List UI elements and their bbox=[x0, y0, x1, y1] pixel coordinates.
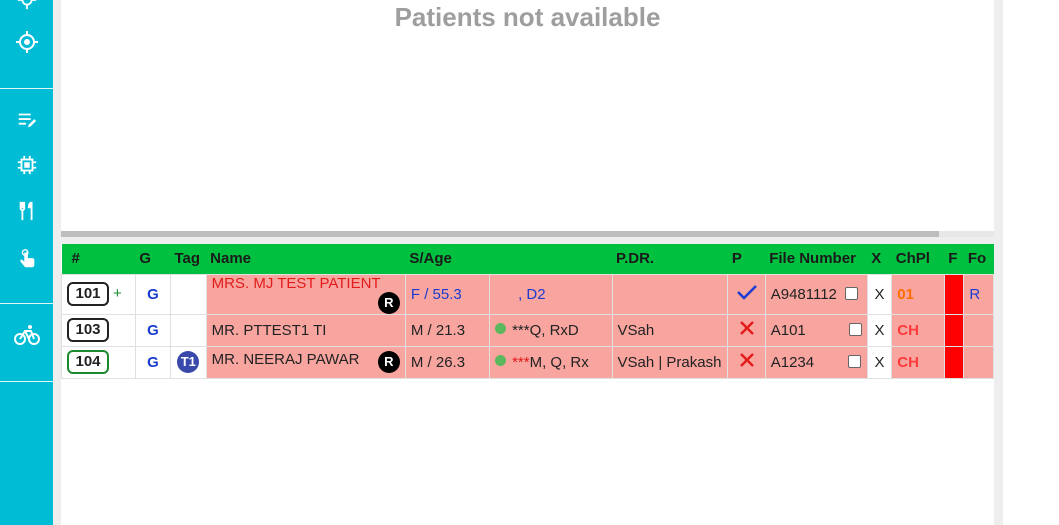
chpl-cell: 01 bbox=[891, 273, 945, 315]
col-x[interactable]: X bbox=[867, 244, 892, 274]
details-text: ***Q, RxD bbox=[512, 321, 579, 339]
x-cell[interactable]: X bbox=[866, 345, 893, 379]
patient-list-panel: # G Tag Name S/Age P.DR. P File Number X… bbox=[61, 244, 994, 525]
top-patients-panel: Patients not available bbox=[61, 0, 994, 237]
fo-cell bbox=[963, 345, 994, 379]
col-f[interactable]: F bbox=[944, 244, 964, 274]
cross-icon[interactable] bbox=[738, 319, 756, 337]
x-cell[interactable]: X bbox=[866, 273, 893, 315]
sex-age: M / 26.3 bbox=[404, 345, 491, 379]
file-checkbox[interactable] bbox=[848, 323, 862, 337]
hand-touch-icon[interactable] bbox=[0, 241, 53, 277]
sex-age: F / 55.3 bbox=[404, 273, 491, 315]
col-sage[interactable]: S/Age bbox=[405, 244, 490, 274]
r-badge[interactable]: R bbox=[377, 291, 400, 314]
table-row[interactable]: 103 G MR. PTTEST1 TI M / 21.3 ***Q, RxD … bbox=[61, 313, 994, 347]
tag-badge[interactable]: T1 bbox=[177, 351, 200, 373]
tag-cell bbox=[169, 273, 207, 315]
table-row[interactable]: 104 G T1 MR. NEERAJ PAWAR R M / 26.3 ***M… bbox=[61, 345, 994, 379]
gps-icon[interactable] bbox=[0, 0, 53, 18]
sex-age: M / 21.3 bbox=[404, 313, 491, 347]
table-header-row: # G Tag Name S/Age P.DR. P File Number X… bbox=[61, 244, 994, 274]
cross-icon[interactable] bbox=[738, 351, 756, 369]
r-badge[interactable]: R bbox=[377, 351, 400, 373]
col-chpl[interactable]: ChPl bbox=[891, 244, 945, 274]
g-cell[interactable]: G bbox=[134, 273, 171, 315]
status-dot-icon bbox=[495, 323, 507, 335]
patient-name[interactable]: MR. PTTEST1 TI bbox=[212, 322, 327, 339]
right-margin bbox=[1003, 0, 1059, 525]
pdr-cell: VSah | Prakash bbox=[611, 345, 729, 379]
crosshair-icon[interactable] bbox=[0, 24, 53, 60]
col-file-number[interactable]: File Number bbox=[765, 244, 868, 274]
file-number: A9481112 bbox=[770, 285, 837, 303]
g-cell[interactable]: G bbox=[134, 345, 171, 379]
details-prefix: *** bbox=[512, 353, 530, 371]
g-cell[interactable]: G bbox=[134, 313, 171, 347]
f-flag bbox=[943, 273, 965, 315]
col-p[interactable]: P bbox=[727, 244, 766, 274]
details-cell: , D2 bbox=[489, 273, 613, 315]
sidebar-divider bbox=[0, 303, 53, 304]
bicycle-icon[interactable] bbox=[0, 317, 53, 353]
scrollbar-thumb[interactable] bbox=[61, 231, 939, 237]
sidebar-divider bbox=[0, 88, 53, 89]
no-patients-message: Patients not available bbox=[394, 2, 661, 32]
pdr-cell: VSah bbox=[611, 313, 729, 347]
col-tag[interactable]: Tag bbox=[170, 244, 207, 274]
bed-number-badge[interactable]: 101 bbox=[67, 282, 109, 306]
details-text: M, Q, Rx bbox=[529, 353, 589, 371]
status-dot-icon bbox=[495, 355, 507, 367]
f-flag bbox=[943, 313, 965, 347]
pdr-cell bbox=[611, 273, 729, 315]
edit-list-icon[interactable] bbox=[0, 102, 53, 138]
col-fo[interactable]: Fo bbox=[963, 244, 994, 274]
x-cell[interactable]: X bbox=[866, 313, 893, 347]
col-pdr[interactable]: P.DR. bbox=[612, 244, 728, 274]
main-content: Patients not available # G Tag Name S/Ag… bbox=[53, 0, 1003, 525]
tag-cell bbox=[169, 313, 207, 347]
bed-number-badge[interactable]: 104 bbox=[67, 350, 109, 374]
sidebar bbox=[0, 0, 53, 525]
f-flag bbox=[943, 345, 965, 379]
chpl-cell: CH bbox=[891, 345, 945, 379]
horizontal-scrollbar[interactable] bbox=[61, 231, 994, 237]
check-icon[interactable] bbox=[736, 283, 758, 301]
col-details bbox=[489, 244, 612, 274]
bed-number-badge[interactable]: 103 bbox=[67, 318, 109, 342]
chpl-cell: CH bbox=[891, 313, 945, 347]
table-row[interactable]: 101 + G MRS. MJ TEST PATIENT R F / 55.3 , … bbox=[61, 273, 994, 315]
sidebar-divider bbox=[0, 381, 53, 382]
patient-name[interactable]: MR. NEERAJ PAWAR bbox=[212, 351, 360, 368]
patient-name[interactable]: MRS. MJ TEST PATIENT bbox=[212, 275, 381, 292]
chip-icon[interactable] bbox=[0, 147, 53, 183]
file-checkbox[interactable] bbox=[848, 355, 862, 369]
fo-cell bbox=[963, 313, 994, 347]
patient-table: # G Tag Name S/Age P.DR. P File Number X… bbox=[61, 244, 994, 379]
fo-cell: R bbox=[963, 273, 994, 315]
col-number[interactable]: # bbox=[61, 244, 136, 274]
col-g[interactable]: G bbox=[135, 244, 171, 274]
file-number: A1234 bbox=[770, 353, 815, 371]
file-number: A101 bbox=[770, 321, 806, 339]
add-icon[interactable]: + bbox=[113, 285, 122, 302]
dining-icon[interactable] bbox=[0, 193, 53, 229]
col-name[interactable]: Name bbox=[206, 244, 406, 274]
file-checkbox[interactable] bbox=[844, 287, 858, 301]
